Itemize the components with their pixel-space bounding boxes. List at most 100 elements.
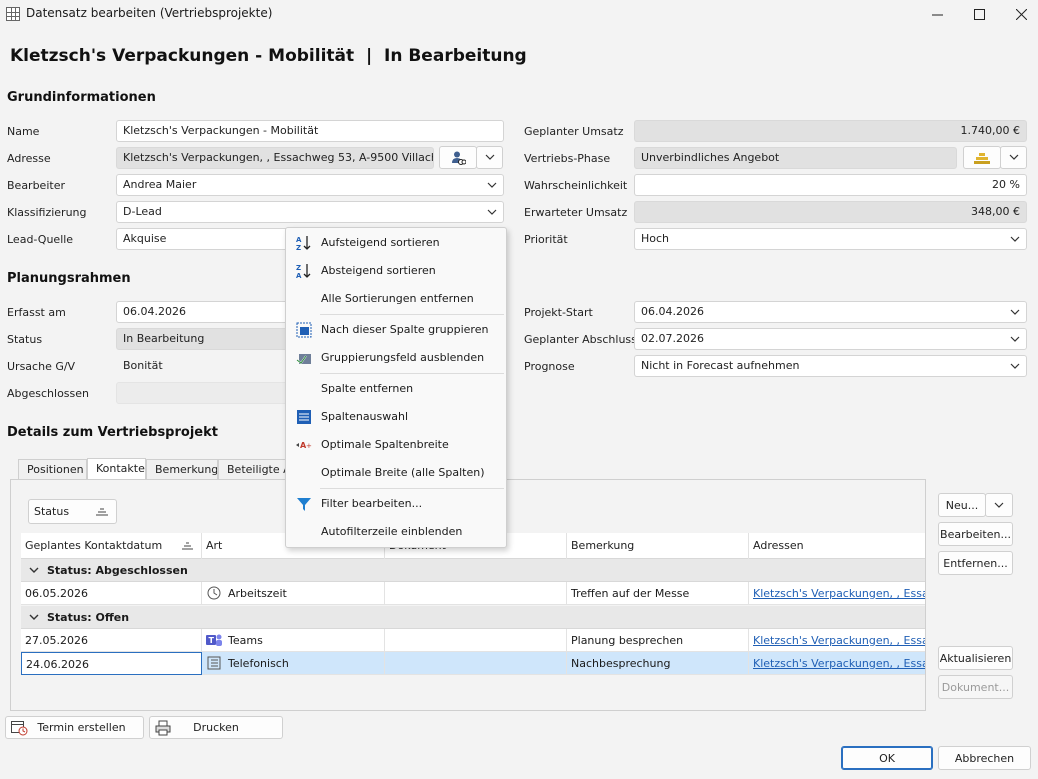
menu-item-edit-filter[interactable]: Filter bearbeiten... xyxy=(286,491,506,517)
menu-item-hide-group-panel[interactable]: Gruppierungsfeld ausblenden xyxy=(286,345,506,371)
group-by-icon xyxy=(296,322,312,338)
cell-date-editor[interactable]: 24.06.2026 xyxy=(21,652,202,675)
section-planungsrahmen: Planungsrahmen xyxy=(7,271,131,286)
status-field: In Bearbeitung xyxy=(116,328,296,350)
name-input[interactable]: Kletzsch's Verpackungen - Mobilität xyxy=(116,120,504,142)
svg-text:Z: Z xyxy=(296,244,301,251)
menu-item-clear-sorting[interactable]: Alle Sortierungen entfernen xyxy=(286,286,506,312)
clock-icon xyxy=(207,586,221,600)
maximize-icon xyxy=(973,8,985,20)
prognose-value: Nicht in Forecast aufnehmen xyxy=(641,359,800,372)
ok-button[interactable]: OK xyxy=(841,746,933,770)
cell-dokument xyxy=(385,652,567,675)
column-header-kontaktdatum[interactable]: Geplantes Kontaktdatum xyxy=(21,533,202,559)
entfernen-button[interactable]: Entfernen... xyxy=(938,551,1013,575)
maximize-button[interactable] xyxy=(956,0,1002,28)
minimize-icon xyxy=(931,14,943,15)
tab-kontakte[interactable]: Kontakte xyxy=(87,458,146,480)
window-title: Datensatz bearbeiten (Vertriebsprojekte) xyxy=(26,6,273,20)
section-grundinformationen: Grundinformationen xyxy=(7,90,156,105)
menu-item-label: Aufsteigend sortieren xyxy=(321,236,440,249)
group-row[interactable]: Status: Abgeschlossen xyxy=(21,559,925,582)
projekt-start-value: 06.04.2026 xyxy=(641,305,704,318)
drucken-button[interactable]: Drucken xyxy=(149,716,283,739)
chevron-down-icon xyxy=(29,614,39,620)
cell-adressen-link[interactable]: Kletzsch's Verpackungen, , Essac... xyxy=(749,629,925,652)
projekt-start-label: Projekt-Start xyxy=(524,306,593,319)
neu-dropdown-button[interactable] xyxy=(985,493,1013,517)
menu-item-label: Nach dieser Spalte gruppieren xyxy=(321,323,489,336)
abbrechen-button[interactable]: Abbrechen xyxy=(938,746,1031,770)
page-title: Kletzsch's Verpackungen - Mobilität | In… xyxy=(10,46,527,66)
hide-group-panel-icon xyxy=(296,354,311,365)
column-header-bemerkung[interactable]: Bemerkung xyxy=(567,533,749,559)
aktualisieren-button[interactable]: Aktualisieren xyxy=(938,646,1013,670)
tab-bemerkung[interactable]: Bemerkung xyxy=(146,459,218,480)
bearbeiten-button[interactable]: Bearbeiten... xyxy=(938,522,1013,546)
cell-art-label: Arbeitszeit xyxy=(228,587,287,600)
menu-item-column-chooser[interactable]: Spaltenauswahl xyxy=(286,404,506,430)
phase-dropdown-button[interactable] xyxy=(1000,146,1027,169)
sort-za-icon: ZA xyxy=(296,264,311,279)
dokument-button[interactable]: Dokument... xyxy=(938,675,1013,699)
table-row[interactable]: 06.05.2026 Arbeitszeit Treffen auf der M… xyxy=(21,582,925,605)
neu-button[interactable]: Neu... xyxy=(938,493,986,517)
cell-adressen-link[interactable]: Kletzsch's Verpackungen, , Essac... xyxy=(749,652,925,675)
cell-art-label: Telefonisch xyxy=(228,657,289,670)
menu-item-sort-desc[interactable]: ZA Absteigend sortieren xyxy=(286,258,506,284)
group-chip-label: Status xyxy=(34,505,70,518)
svg-text:Z: Z xyxy=(296,264,301,272)
prognose-label: Prognose xyxy=(524,360,575,373)
projekt-start-select[interactable]: 06.04.2026 xyxy=(634,301,1027,323)
chevron-down-icon xyxy=(1010,363,1020,369)
menu-item-sort-asc[interactable]: AZ Aufsteigend sortieren xyxy=(286,230,506,256)
menu-item-best-fit-all[interactable]: Optimale Breite (alle Spalten) xyxy=(286,460,506,486)
termin-erstellen-button[interactable]: Termin erstellen xyxy=(5,716,144,739)
menu-separator xyxy=(320,314,504,315)
cell-adressen-link[interactable]: Kletzsch's Verpackungen, , Essac... xyxy=(749,582,925,605)
minimize-button[interactable] xyxy=(914,0,960,28)
svg-text:T: T xyxy=(209,636,215,645)
sort-ascending-icon xyxy=(96,508,108,516)
prioritaet-label: Priorität xyxy=(524,233,568,246)
group-row[interactable]: Status: Offen xyxy=(21,606,925,629)
menu-item-best-fit[interactable]: A + Optimale Spaltenbreite xyxy=(286,432,506,458)
table-row[interactable]: 27.05.2026 T Teams Planung besprechen Kl… xyxy=(21,629,925,652)
erfasst-am-input[interactable]: 06.04.2026 xyxy=(116,301,296,323)
tab-positionen[interactable]: Positionen xyxy=(18,459,87,480)
stage-icon xyxy=(974,152,990,164)
abgeschlossen-label: Abgeschlossen xyxy=(7,387,89,400)
menu-item-group-by-column[interactable]: Nach dieser Spalte gruppieren xyxy=(286,317,506,343)
ursache-label: Ursache G/V xyxy=(7,360,76,373)
cell-date: 06.05.2026 xyxy=(21,582,202,605)
chevron-down-icon xyxy=(487,209,497,215)
address-search-button[interactable] xyxy=(439,146,477,169)
menu-item-show-autofilter-row[interactable]: Autofilterzeile einblenden xyxy=(286,519,506,545)
cell-art: Telefonisch xyxy=(202,652,385,675)
menu-item-remove-column[interactable]: Spalte entfernen xyxy=(286,376,506,402)
klassifizierung-select[interactable]: D-Lead xyxy=(116,201,504,223)
vertriebs-phase-field[interactable]: Unverbindliches Angebot xyxy=(634,147,957,169)
ursache-field[interactable]: Bonität xyxy=(116,355,296,377)
adresse-field[interactable]: Kletzsch's Verpackungen, , Essachweg 53,… xyxy=(116,147,434,169)
group-chip-status[interactable]: Status xyxy=(28,499,117,524)
menu-item-label: Absteigend sortieren xyxy=(321,264,436,277)
svg-text:A: A xyxy=(296,272,302,279)
column-context-menu: AZ Aufsteigend sortieren ZA Absteigend s… xyxy=(285,227,507,548)
phase-picker-button[interactable] xyxy=(963,146,1001,169)
bearbeiter-select[interactable]: Andrea Maier xyxy=(116,174,504,196)
cell-dokument xyxy=(385,629,567,652)
chevron-down-icon xyxy=(1010,336,1020,342)
abgeschlossen-field xyxy=(116,382,296,404)
close-button[interactable] xyxy=(998,0,1038,28)
column-header-adressen[interactable]: Adressen xyxy=(749,533,925,559)
status-label: Status xyxy=(7,333,43,346)
wahrscheinlichkeit-input[interactable]: 20 % xyxy=(634,174,1027,196)
address-dropdown-button[interactable] xyxy=(476,146,503,169)
geplanter-abschluss-select[interactable]: 02.07.2026 xyxy=(634,328,1027,350)
table-row-selected[interactable]: 24.06.2026 Telefonisch Nachbesprechung K… xyxy=(21,652,925,675)
section-details: Details zum Vertriebsprojekt xyxy=(7,425,218,440)
prioritaet-select[interactable]: Hoch xyxy=(634,228,1027,250)
erwarteter-umsatz-field: 348,00 € xyxy=(634,201,1027,223)
prognose-select[interactable]: Nicht in Forecast aufnehmen xyxy=(634,355,1027,377)
